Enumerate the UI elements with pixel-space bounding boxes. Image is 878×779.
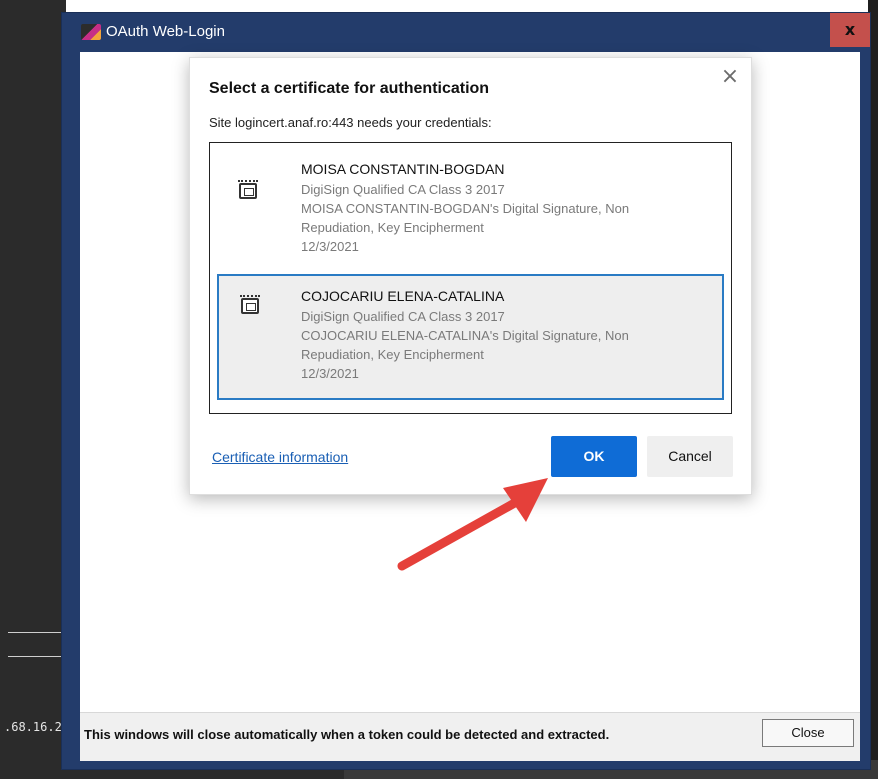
close-button[interactable]: Close	[762, 719, 854, 747]
dialog-subtitle: Site logincert.anaf.ro:443 needs your cr…	[209, 115, 492, 130]
certificate-dialog: × Select a certificate for authenticatio…	[189, 57, 752, 495]
certificate-item[interactable]: MOISA CONSTANTIN-BOGDAN DigiSign Qualifi…	[217, 153, 724, 271]
status-bar: This windows will close automatically wh…	[80, 712, 860, 761]
window-close-button[interactable]: x	[830, 13, 870, 47]
smartcard-chip-icon	[238, 180, 258, 199]
certificate-issuer: DigiSign Qualified CA Class 3 2017	[301, 182, 505, 197]
certificate-name: COJOCARIU ELENA-CATALINA	[301, 288, 505, 304]
certificate-item-selected[interactable]: COJOCARIU ELENA-CATALINA DigiSign Qualif…	[217, 274, 724, 400]
oauth-app-icon	[81, 24, 101, 40]
background-app-panel	[0, 0, 66, 760]
cancel-button[interactable]: Cancel	[647, 436, 733, 477]
certificate-date: 12/3/2021	[301, 239, 359, 254]
annotation-arrow-icon	[397, 478, 548, 571]
certificate-usage: MOISA CONSTANTIN-BOGDAN's Digital Signat…	[301, 201, 630, 216]
certificate-issuer: DigiSign Qualified CA Class 3 2017	[301, 309, 505, 324]
background-ip-text: .68.16.2	[4, 720, 62, 734]
divider	[8, 656, 66, 657]
certificate-details: COJOCARIU ELENA-CATALINA DigiSign Qualif…	[301, 288, 716, 383]
annotation-arrow-head	[503, 478, 548, 522]
certificate-information-link[interactable]: Certificate information	[212, 449, 348, 465]
certificate-usage: Repudiation, Key Encipherment	[301, 220, 484, 235]
window-titlebar[interactable]: OAuth Web-Login x	[62, 13, 870, 51]
certificate-list: MOISA CONSTANTIN-BOGDAN DigiSign Qualifi…	[209, 142, 732, 414]
divider	[8, 632, 66, 633]
window-title: OAuth Web-Login	[106, 23, 225, 40]
certificate-details: MOISA CONSTANTIN-BOGDAN DigiSign Qualifi…	[301, 161, 718, 256]
smartcard-chip-icon	[240, 295, 260, 314]
certificate-usage: Repudiation, Key Encipherment	[301, 347, 484, 362]
annotation-arrow-shaft	[397, 495, 525, 571]
certificate-usage: COJOCARIU ELENA-CATALINA's Digital Signa…	[301, 328, 629, 343]
dialog-close-icon[interactable]: ×	[719, 66, 741, 88]
dialog-title: Select a certificate for authentication	[209, 80, 490, 97]
certificate-date: 12/3/2021	[301, 366, 359, 381]
status-message: This windows will close automatically wh…	[84, 727, 610, 742]
certificate-name: MOISA CONSTANTIN-BOGDAN	[301, 161, 505, 177]
